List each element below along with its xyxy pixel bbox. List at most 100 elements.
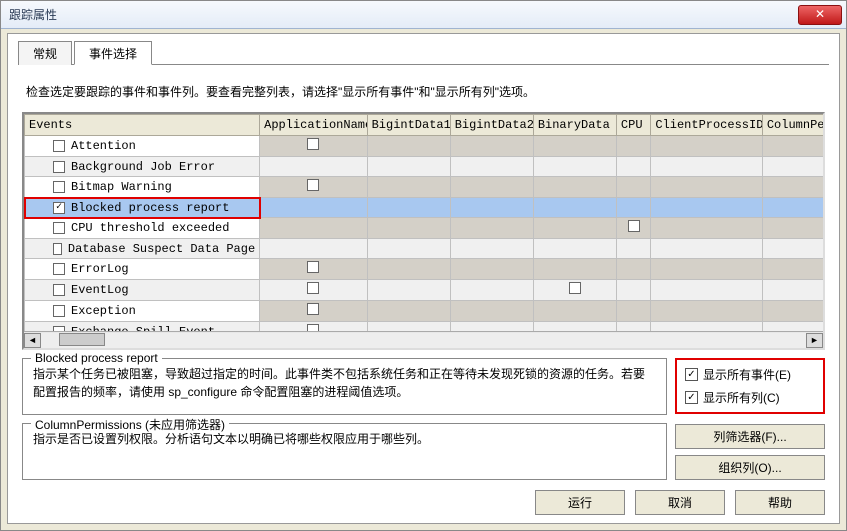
grid-cell[interactable] — [367, 259, 450, 280]
column-header[interactable]: BigintData2 — [450, 115, 533, 136]
grid-cell[interactable] — [260, 301, 367, 322]
grid-cell[interactable] — [651, 136, 762, 157]
grid-cell[interactable] — [651, 239, 762, 259]
grid-cell[interactable] — [651, 157, 762, 177]
grid-cell[interactable] — [260, 198, 367, 218]
grid-cell[interactable] — [450, 239, 533, 259]
column-header[interactable]: ApplicationName — [260, 115, 367, 136]
event-row-checkbox[interactable] — [53, 202, 65, 214]
grid-cell[interactable] — [762, 136, 823, 157]
cancel-button[interactable]: 取消 — [635, 490, 725, 515]
grid-cell[interactable] — [260, 218, 367, 239]
cell-checkbox[interactable] — [307, 303, 319, 315]
grid-cell[interactable] — [260, 280, 367, 301]
grid-cell[interactable] — [616, 177, 650, 198]
grid-cell[interactable] — [367, 301, 450, 322]
grid-cell[interactable] — [651, 280, 762, 301]
grid-cell[interactable] — [260, 136, 367, 157]
grid-cell[interactable] — [367, 218, 450, 239]
cell-checkbox[interactable] — [569, 282, 581, 294]
cell-checkbox[interactable] — [307, 138, 319, 150]
grid-cell[interactable] — [450, 280, 533, 301]
cell-checkbox[interactable] — [307, 282, 319, 294]
column-header[interactable]: BigintData1 — [367, 115, 450, 136]
grid-cell[interactable] — [367, 157, 450, 177]
grid-cell[interactable] — [367, 198, 450, 218]
grid-cell[interactable] — [533, 136, 616, 157]
grid-cell[interactable] — [450, 218, 533, 239]
show-all-events-option[interactable]: 显示所有事件(E) — [685, 366, 815, 383]
grid-cell[interactable] — [533, 157, 616, 177]
grid-cell[interactable] — [762, 259, 823, 280]
tab-events[interactable]: 事件选择 — [74, 41, 152, 65]
grid-cell[interactable] — [762, 280, 823, 301]
table-row[interactable]: EventLog — [25, 280, 824, 301]
grid-cell[interactable] — [450, 198, 533, 218]
events-grid[interactable]: EventsApplicationNameBigintData1BigintDa… — [22, 112, 825, 350]
grid-cell[interactable] — [616, 239, 650, 259]
run-button[interactable]: 运行 — [535, 490, 625, 515]
column-header[interactable]: ColumnPerm — [762, 115, 823, 136]
grid-cell[interactable] — [450, 177, 533, 198]
event-row-checkbox[interactable] — [53, 222, 65, 234]
grid-cell[interactable] — [260, 259, 367, 280]
scroll-right-arrow[interactable]: ► — [806, 333, 823, 348]
organize-columns-button[interactable]: 组织列(O)... — [675, 455, 825, 480]
grid-cell[interactable] — [616, 301, 650, 322]
table-row[interactable]: ErrorLog — [25, 259, 824, 280]
event-row-checkbox[interactable] — [53, 140, 65, 152]
grid-cell[interactable] — [367, 239, 450, 259]
column-filter-button[interactable]: 列筛选器(F)... — [675, 424, 825, 449]
column-header[interactable]: CPU — [616, 115, 650, 136]
grid-cell[interactable] — [762, 218, 823, 239]
grid-cell[interactable] — [651, 198, 762, 218]
grid-cell[interactable] — [260, 177, 367, 198]
grid-cell[interactable] — [762, 301, 823, 322]
event-row-checkbox[interactable] — [53, 305, 65, 317]
table-row[interactable]: Background Job Error — [25, 157, 824, 177]
show-all-columns-option[interactable]: 显示所有列(C) — [685, 389, 815, 406]
cell-checkbox[interactable] — [307, 261, 319, 273]
scroll-left-arrow[interactable]: ◄ — [24, 333, 41, 348]
grid-cell[interactable] — [762, 198, 823, 218]
grid-cell[interactable] — [533, 177, 616, 198]
grid-cell[interactable] — [651, 177, 762, 198]
grid-cell[interactable] — [450, 301, 533, 322]
show-all-events-checkbox[interactable] — [685, 368, 698, 381]
grid-cell[interactable] — [450, 136, 533, 157]
grid-cell[interactable] — [533, 280, 616, 301]
table-row[interactable]: Database Suspect Data Page — [25, 239, 824, 259]
grid-cell[interactable] — [533, 301, 616, 322]
grid-cell[interactable] — [616, 259, 650, 280]
horizontal-scrollbar[interactable]: ◄ ► — [24, 331, 823, 348]
grid-cell[interactable] — [651, 259, 762, 280]
tab-general[interactable]: 常规 — [18, 41, 72, 65]
grid-cell[interactable] — [533, 239, 616, 259]
event-row-checkbox[interactable] — [53, 181, 65, 193]
event-row-checkbox[interactable] — [53, 161, 65, 173]
cell-checkbox[interactable] — [307, 179, 319, 191]
table-row[interactable]: Blocked process report — [25, 198, 824, 218]
column-header[interactable]: ClientProcessID — [651, 115, 762, 136]
grid-cell[interactable] — [762, 177, 823, 198]
grid-cell[interactable] — [762, 157, 823, 177]
table-row[interactable]: CPU threshold exceeded — [25, 218, 824, 239]
grid-cell[interactable] — [367, 280, 450, 301]
grid-cell[interactable] — [762, 239, 823, 259]
grid-cell[interactable] — [651, 301, 762, 322]
table-row[interactable]: Attention — [25, 136, 824, 157]
grid-cell[interactable] — [533, 259, 616, 280]
grid-cell[interactable] — [533, 218, 616, 239]
grid-cell[interactable] — [616, 218, 650, 239]
grid-cell[interactable] — [260, 239, 367, 259]
event-row-checkbox[interactable] — [53, 243, 62, 255]
scroll-thumb[interactable] — [59, 333, 105, 346]
grid-cell[interactable] — [651, 218, 762, 239]
scroll-track[interactable] — [41, 333, 806, 348]
grid-cell[interactable] — [616, 136, 650, 157]
table-row[interactable]: Bitmap Warning — [25, 177, 824, 198]
event-row-checkbox[interactable] — [53, 263, 65, 275]
grid-cell[interactable] — [533, 198, 616, 218]
grid-cell[interactable] — [367, 177, 450, 198]
close-button[interactable]: ✕ — [798, 5, 842, 25]
